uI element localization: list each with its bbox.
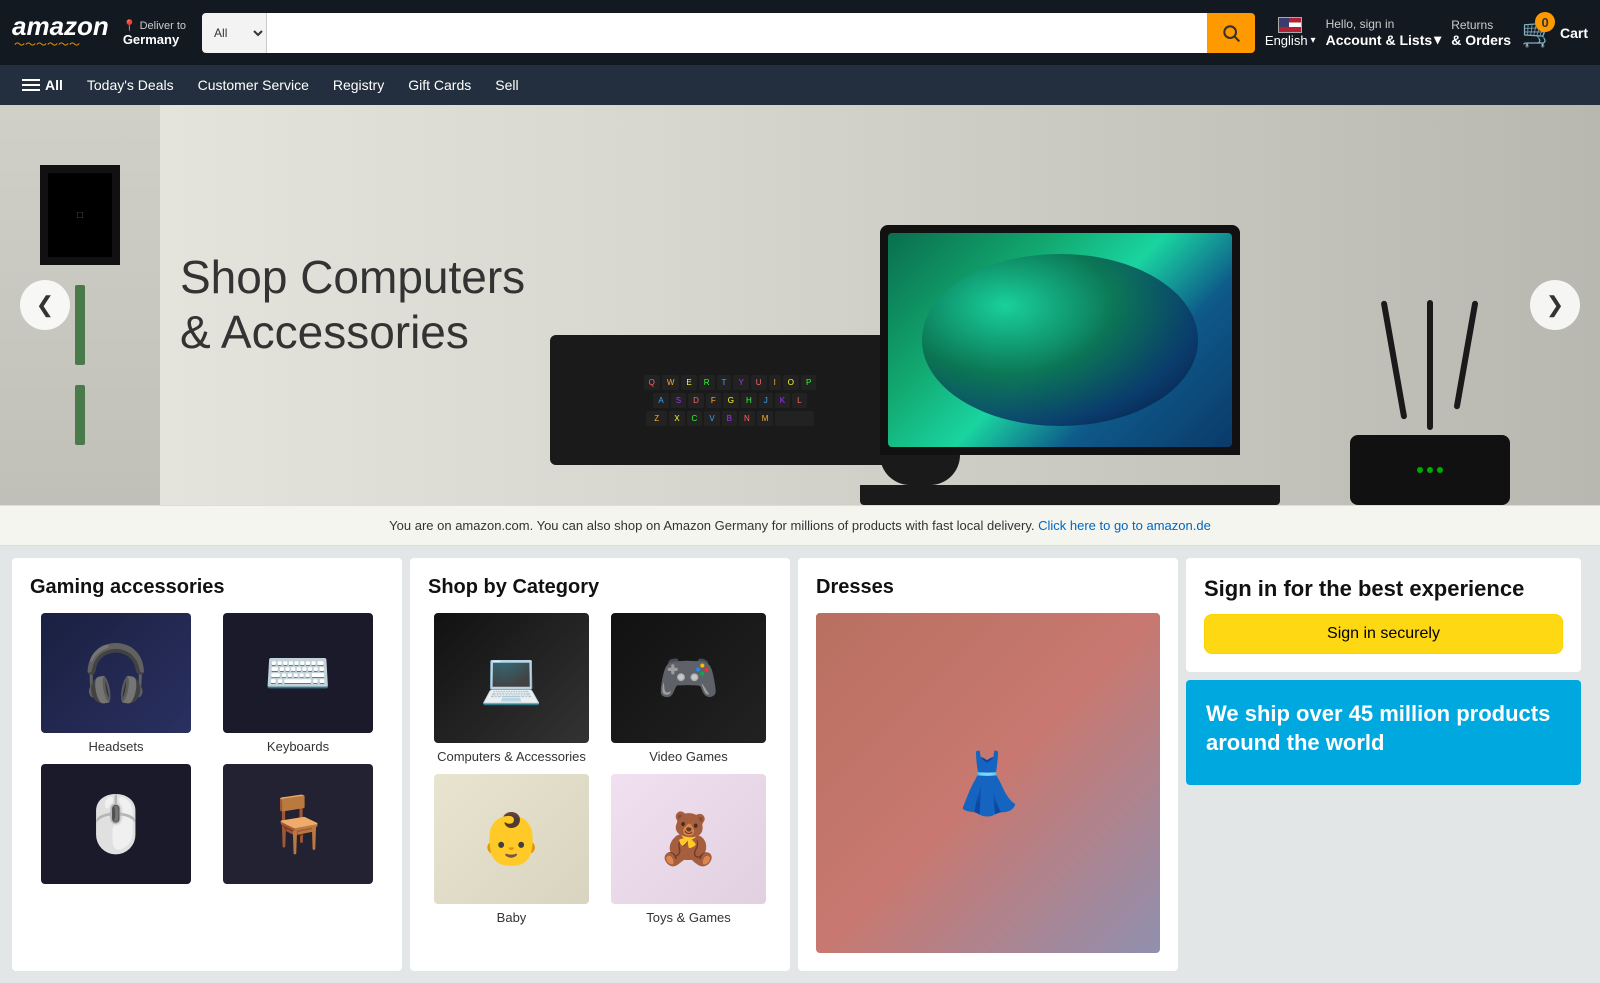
returns-label: Returns	[1451, 18, 1511, 32]
gaming-item-headsets[interactable]: 🎧 Headsets	[30, 613, 202, 754]
logo[interactable]: amazon 〜〜〜〜〜〜	[12, 13, 109, 52]
logo-smile: 〜〜〜〜〜〜	[14, 36, 80, 52]
baby-image: 👶	[434, 774, 589, 904]
right-column: Sign in for the best experience Sign in …	[1186, 558, 1581, 971]
cart[interactable]: 🛒 0 Cart	[1521, 16, 1588, 49]
amazon-de-link[interactable]: Click here to go to amazon.de	[1038, 518, 1211, 533]
account-caret-icon: ▾	[1434, 31, 1441, 48]
nav-bar: All Today's Deals Customer Service Regis…	[0, 65, 1600, 105]
headsets-image: 🎧	[41, 613, 191, 733]
search-input[interactable]	[267, 13, 1207, 53]
category-card: Shop by Category 💻 Computers & Accessori…	[410, 558, 790, 971]
chair-emoji: 🪑	[264, 792, 332, 857]
header: amazon 〜〜〜〜〜〜 📍 Deliver to Germany All E…	[0, 0, 1600, 65]
keyboards-image: ⌨️	[223, 613, 373, 733]
deliver-to-country: Germany	[123, 32, 186, 47]
computers-label: Computers & Accessories	[437, 749, 586, 764]
deliver-to-label: 📍 Deliver to	[123, 19, 186, 32]
nav-item-gift-cards[interactable]: Gift Cards	[398, 69, 481, 101]
cart-count: 0	[1535, 12, 1555, 32]
search-icon	[1221, 23, 1241, 43]
product-grid: Gaming accessories 🎧 Headsets ⌨️ Keyboar…	[0, 546, 1600, 983]
dresses-emoji: 👗	[951, 748, 1026, 819]
category-grid: 💻 Computers & Accessories 🎮 Video Games …	[428, 613, 772, 925]
hamburger-icon	[22, 79, 40, 91]
chair-image: 🪑	[223, 764, 373, 884]
banner-prev-button[interactable]: ❮	[20, 280, 70, 330]
banner-text: Shop Computers & Accessories	[180, 250, 525, 360]
signin-card: Sign in for the best experience Sign in …	[1186, 558, 1581, 672]
mouse-emoji: 🖱️	[82, 792, 150, 857]
flag-icon	[1278, 17, 1302, 33]
computers-image: 💻	[434, 613, 589, 743]
nav-item-sell[interactable]: Sell	[485, 69, 528, 101]
search-button[interactable]	[1207, 13, 1255, 53]
dresses-image: 👗	[816, 613, 1160, 953]
cart-label: Cart	[1560, 25, 1588, 41]
headsets-emoji: 🎧	[82, 641, 150, 706]
nav-item-all[interactable]: All	[12, 69, 73, 101]
signin-title: Sign in for the best experience	[1204, 576, 1563, 602]
search-category-select[interactable]: All	[202, 13, 267, 53]
nav-item-registry[interactable]: Registry	[323, 69, 394, 101]
account-menu[interactable]: Hello, sign in Account & Lists ▾	[1326, 17, 1442, 48]
toys-label: Toys & Games	[646, 910, 731, 925]
banner-title: Shop Computers & Accessories	[180, 250, 525, 360]
gaming-card-title: Gaming accessories	[30, 576, 384, 599]
germany-notice-text: You are on amazon.com. You can also shop…	[389, 518, 1034, 533]
location-icon: 📍	[123, 20, 137, 32]
banner-next-button[interactable]: ❯	[1530, 280, 1580, 330]
signin-button[interactable]: Sign in securely	[1204, 614, 1563, 654]
germany-notice: You are on amazon.com. You can also shop…	[0, 505, 1600, 546]
account-lists-label: Account & Lists	[1326, 32, 1433, 48]
category-card-title: Shop by Category	[428, 576, 772, 599]
category-computers[interactable]: 💻 Computers & Accessories	[428, 613, 595, 764]
videogames-label: Video Games	[649, 749, 728, 764]
mouse-image: 🖱️	[41, 764, 191, 884]
ship-promo-title: We ship over 45 million products around …	[1206, 700, 1561, 757]
nav-item-todays-deals[interactable]: Today's Deals	[77, 69, 184, 101]
deliver-to-area[interactable]: 📍 Deliver to Germany	[123, 19, 186, 47]
gaming-item-chair[interactable]: 🪑	[212, 764, 384, 890]
keyboards-label: Keyboards	[267, 739, 329, 754]
gaming-items-grid: 🎧 Headsets ⌨️ Keyboards 🖱️ 🪑	[30, 613, 384, 890]
category-video-games[interactable]: 🎮 Video Games	[605, 613, 772, 764]
headsets-label: Headsets	[89, 739, 144, 754]
keyboards-emoji: ⌨️	[264, 641, 332, 706]
videogames-image: 🎮	[611, 613, 766, 743]
orders-label: & Orders	[1451, 32, 1511, 48]
category-baby[interactable]: 👶 Baby	[428, 774, 595, 925]
hello-text: Hello, sign in	[1326, 17, 1442, 31]
category-toys[interactable]: 🧸 Toys & Games	[605, 774, 772, 925]
dresses-title: Dresses	[816, 576, 1160, 599]
language-caret-icon: ▾	[1311, 35, 1316, 46]
toys-image: 🧸	[611, 774, 766, 904]
gaming-item-mouse[interactable]: 🖱️	[30, 764, 202, 890]
language-selector[interactable]: English ▾	[1265, 17, 1316, 48]
returns-area[interactable]: Returns & Orders	[1451, 18, 1511, 48]
gaming-accessories-card: Gaming accessories 🎧 Headsets ⌨️ Keyboar…	[12, 558, 402, 971]
search-bar: All	[202, 13, 1255, 53]
ship-promo-card[interactable]: We ship over 45 million products around …	[1186, 680, 1581, 785]
baby-label: Baby	[497, 910, 527, 925]
dresses-card[interactable]: Dresses 👗	[798, 558, 1178, 971]
gaming-item-keyboards[interactable]: ⌨️ Keyboards	[212, 613, 384, 754]
nav-item-customer-service[interactable]: Customer Service	[188, 69, 319, 101]
hero-banner: □ Shop Computers & Accessories Q W E R T…	[0, 105, 1600, 505]
language-label: English	[1265, 33, 1308, 48]
